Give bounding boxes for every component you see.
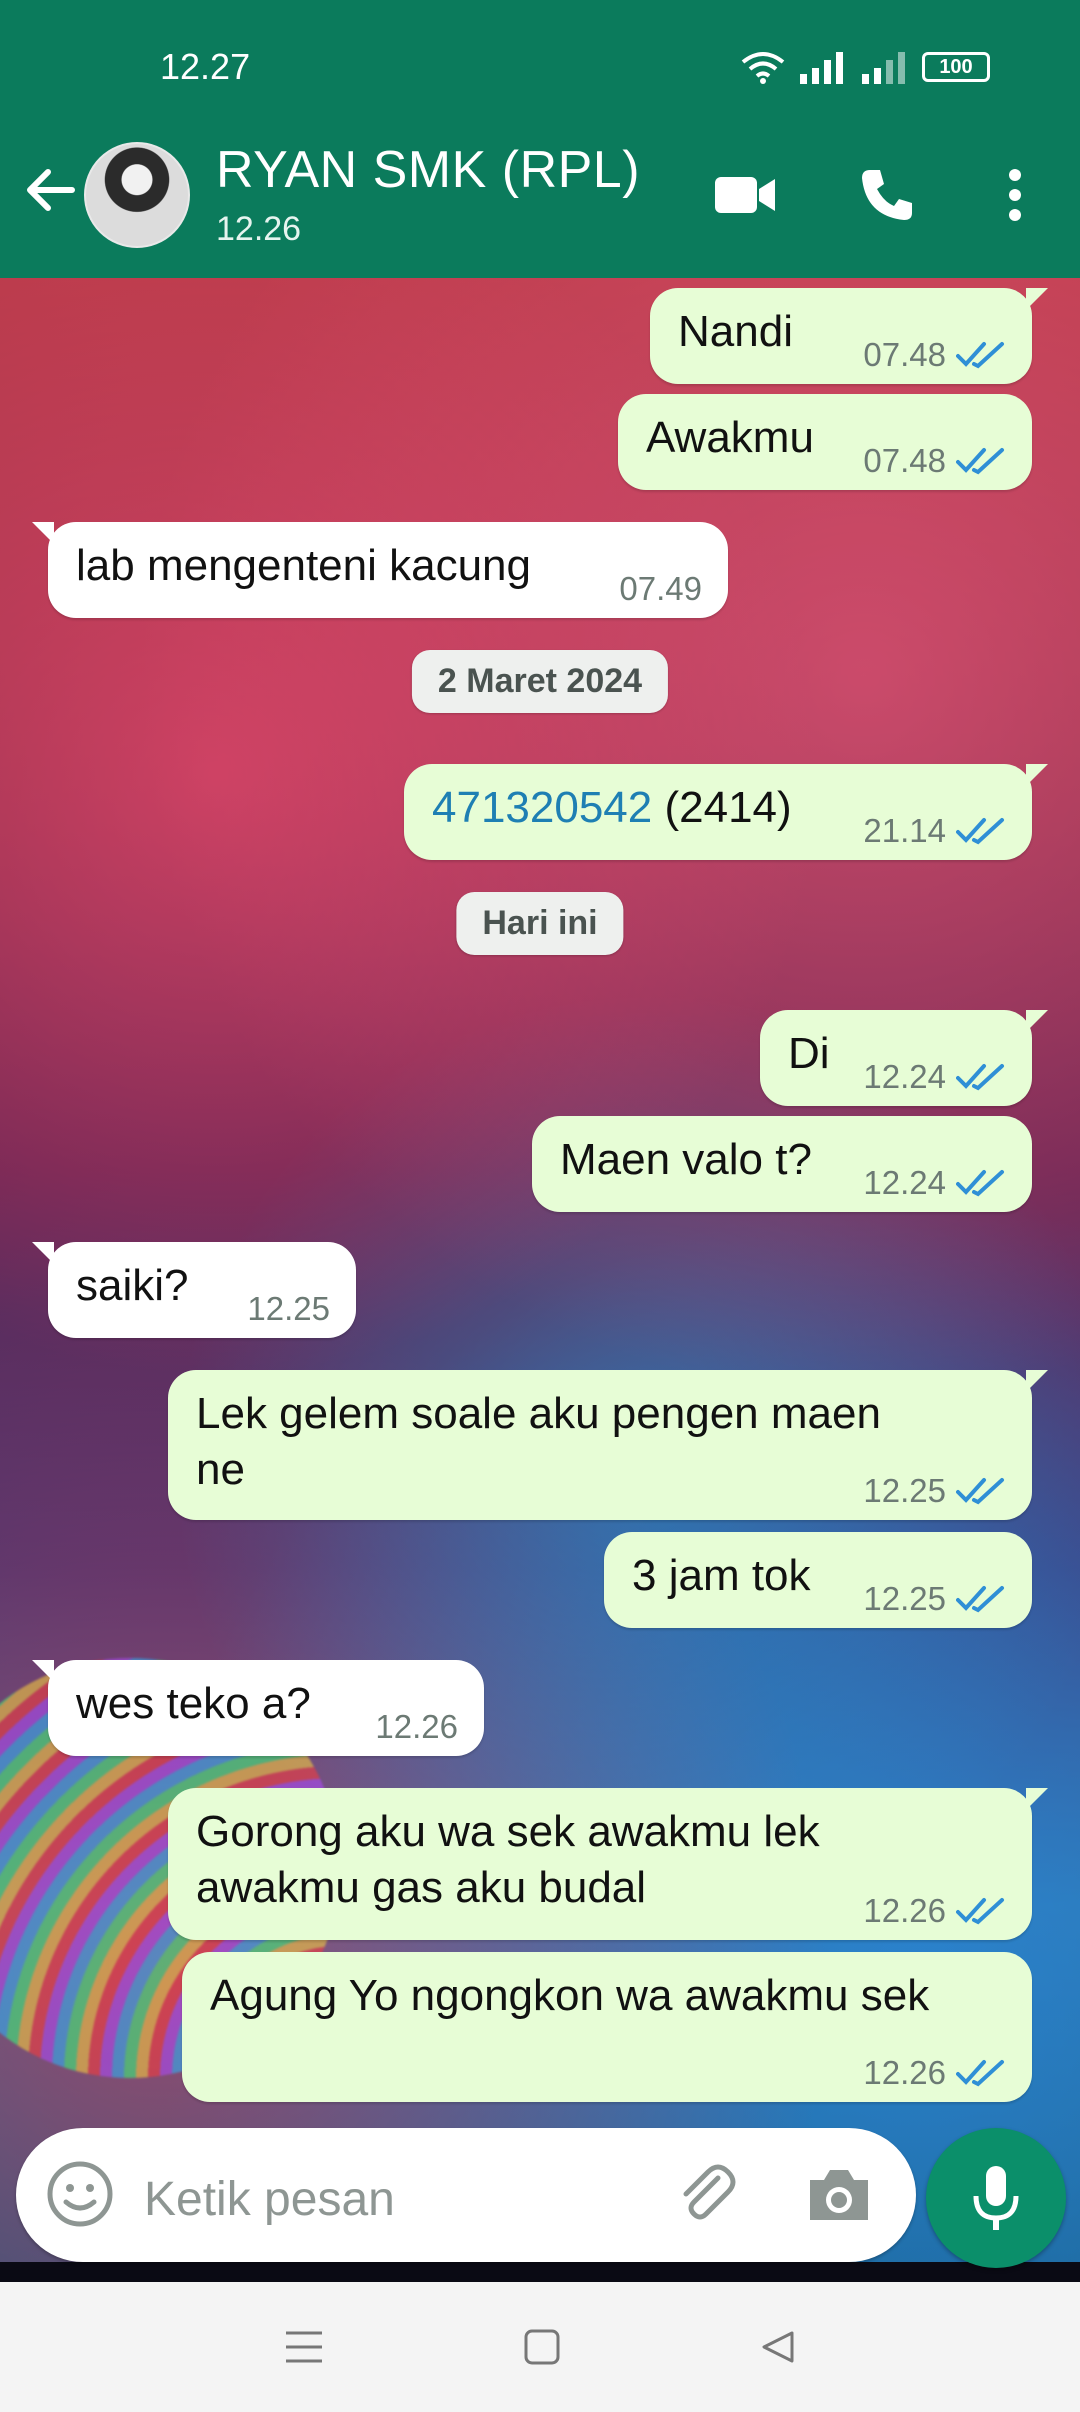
message-meta: 12.24 bbox=[863, 1058, 1006, 1096]
double-check-icon bbox=[956, 1898, 1004, 1925]
message-meta: 07.48 bbox=[863, 336, 1006, 374]
message-bubble[interactable]: 3 jam tok 12.25 bbox=[604, 1532, 1032, 1628]
more-icon bbox=[1009, 169, 1021, 221]
double-check-icon bbox=[956, 818, 1004, 845]
phone-icon bbox=[862, 170, 912, 220]
message-time: 07.48 bbox=[863, 442, 946, 479]
chat-header: 12.27 100 RYAN SMK (RPL) 12.26 bbox=[0, 0, 1080, 278]
message-meta: 12.25 bbox=[863, 1472, 1006, 1510]
double-check-icon bbox=[956, 448, 1004, 475]
message-time: 07.49 bbox=[619, 570, 702, 607]
message-time: 12.24 bbox=[863, 1058, 946, 1095]
message-meta: 12.25 bbox=[247, 1290, 330, 1328]
message-meta: 12.24 bbox=[863, 1164, 1006, 1202]
message-time: 12.26 bbox=[375, 1708, 458, 1745]
double-check-icon bbox=[956, 1064, 1004, 1091]
double-check-icon bbox=[956, 1170, 1004, 1197]
message-text: Agung Yo ngongkon wa awakmu sek bbox=[210, 1971, 930, 2020]
message-bubble[interactable]: saiki? 12.25 bbox=[32, 1242, 356, 1338]
nav-home-icon[interactable] bbox=[524, 2329, 560, 2365]
nav-back-icon[interactable] bbox=[760, 2329, 796, 2365]
message-time: 12.25 bbox=[247, 1290, 330, 1327]
message-meta: 12.26 bbox=[863, 2054, 1006, 2092]
message-bubble[interactable]: Agung Yo ngongkon wa awakmu sek 12.26 bbox=[182, 1952, 1032, 2102]
message-input[interactable]: Ketik pesan bbox=[144, 2172, 395, 2227]
camera-icon[interactable] bbox=[804, 2160, 874, 2230]
message-bubble[interactable]: Gorong aku wa sek awakmu lek awakmu gas … bbox=[168, 1788, 1048, 1940]
mic-button[interactable] bbox=[926, 2128, 1066, 2268]
message-time: 12.26 bbox=[863, 2054, 946, 2091]
double-check-icon bbox=[956, 2060, 1004, 2087]
status-time: 12.27 bbox=[160, 46, 251, 87]
attach-icon[interactable] bbox=[668, 2156, 742, 2230]
message-bubble[interactable]: Di 12.24 bbox=[760, 1010, 1048, 1106]
video-call-icon bbox=[715, 177, 775, 213]
message-bubble[interactable]: Maen valo t? 12.24 bbox=[532, 1116, 1032, 1212]
double-check-icon bbox=[956, 342, 1004, 369]
last-seen: 12.26 bbox=[216, 210, 302, 248]
message-meta: 12.26 bbox=[375, 1708, 458, 1746]
system-nav-bar bbox=[0, 2282, 1080, 2412]
message-time: 21.14 bbox=[863, 812, 946, 849]
message-bubble[interactable]: 471320542 (2414) 21.14 bbox=[404, 764, 1048, 860]
message-bubble[interactable]: Awakmu 07.48 bbox=[618, 394, 1032, 490]
message-time: 12.25 bbox=[863, 1580, 946, 1617]
message-meta: 07.49 bbox=[619, 570, 702, 608]
message-meta: 12.25 bbox=[863, 1580, 1006, 1618]
video-call-button[interactable] bbox=[710, 160, 780, 230]
message-bubble[interactable]: wes teko a? 12.26 bbox=[32, 1660, 484, 1756]
date-divider: 2 Maret 2024 bbox=[411, 650, 669, 713]
message-bubble[interactable]: lab mengenteni kacung 07.49 bbox=[32, 522, 728, 618]
message-bubble[interactable]: Lek gelem soale aku pengen maen ne 12.25 bbox=[168, 1370, 1048, 1520]
signal-icon bbox=[800, 52, 843, 84]
message-suffix: (2414) bbox=[664, 783, 792, 832]
battery-icon: 100 bbox=[922, 52, 990, 82]
message-time: 12.25 bbox=[863, 1472, 946, 1509]
message-bubble[interactable]: Nandi 07.48 bbox=[650, 288, 1048, 384]
date-divider: Hari ini bbox=[456, 892, 624, 955]
wifi-icon bbox=[741, 52, 785, 84]
message-time: 12.26 bbox=[863, 1892, 946, 1929]
avatar[interactable] bbox=[84, 142, 190, 248]
phone-number-link[interactable]: 471320542 bbox=[432, 783, 652, 832]
message-time: 07.48 bbox=[863, 336, 946, 373]
message-meta: 07.48 bbox=[863, 442, 1006, 480]
message-time: 12.24 bbox=[863, 1164, 946, 1201]
message-meta: 21.14 bbox=[863, 812, 1006, 850]
mic-icon bbox=[973, 2166, 1019, 2230]
chat-area[interactable]: Nandi 07.48 Awakmu 07.48 lab mengenteni … bbox=[0, 278, 1080, 2262]
emoji-icon[interactable] bbox=[44, 2158, 116, 2230]
more-options-button[interactable] bbox=[980, 160, 1050, 230]
nav-menu-icon[interactable] bbox=[284, 2329, 324, 2365]
message-meta: 12.26 bbox=[863, 1892, 1006, 1930]
contact-name[interactable]: RYAN SMK (RPL) bbox=[216, 140, 640, 200]
phone-call-button[interactable] bbox=[852, 160, 922, 230]
double-check-icon bbox=[956, 1586, 1004, 1613]
double-check-icon bbox=[956, 1478, 1004, 1505]
message-composer[interactable]: Ketik pesan bbox=[16, 2128, 916, 2262]
signal-icon bbox=[862, 52, 905, 84]
message-text: lab mengenteni kacung bbox=[76, 541, 531, 590]
back-arrow-icon[interactable] bbox=[22, 162, 78, 218]
status-icons: 100 bbox=[740, 50, 990, 84]
